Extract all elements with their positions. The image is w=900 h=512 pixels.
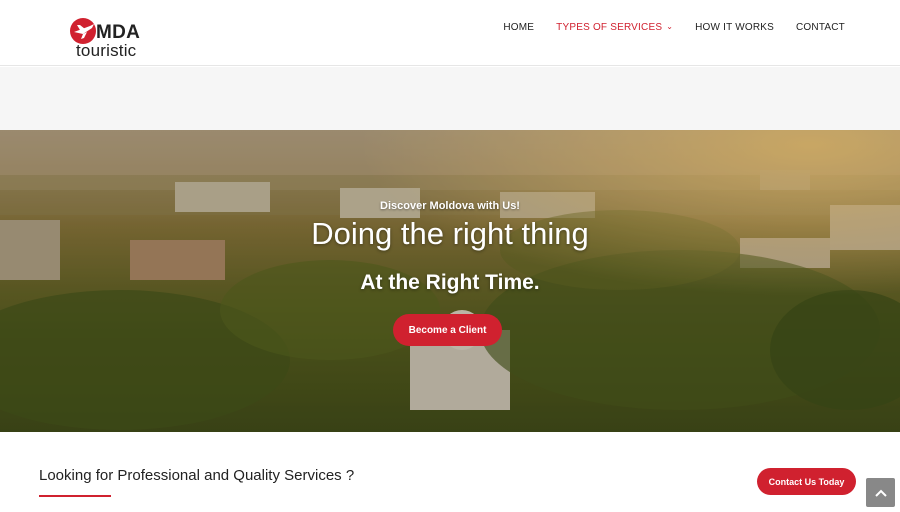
services-section: Looking for Professional and Quality Ser… [0, 432, 900, 512]
nav-item-label: TYPES OF SERVICES [556, 22, 663, 33]
chevron-down-icon: ⌄ [666, 22, 674, 31]
nav-item-types-of-services[interactable]: TYPES OF SERVICES ⌄ [556, 22, 673, 33]
nav-item-how-it-works[interactable]: HOW IT WORKS [695, 22, 774, 33]
hero-banner: Discover Moldova with Us! Doing the righ… [0, 130, 900, 432]
contact-us-button[interactable]: Contact Us Today [757, 468, 856, 495]
section-heading: Looking for Professional and Quality Ser… [39, 467, 355, 484]
chevron-up-icon [874, 489, 887, 497]
main-nav: HOME TYPES OF SERVICES ⌄ HOW IT WORKS CON… [503, 22, 845, 33]
header-spacer [0, 67, 900, 130]
heading-underline [39, 495, 111, 497]
site-header: MDA touristic HOME TYPES OF SERVICES ⌄ HO… [0, 0, 900, 66]
nav-item-home[interactable]: HOME [503, 22, 534, 33]
logo[interactable]: MDA touristic [68, 14, 158, 60]
nav-item-contact[interactable]: CONTACT [796, 22, 845, 33]
logo-text-touristic: touristic [76, 41, 137, 60]
hero-tagline: At the Right Time. [360, 271, 540, 294]
scroll-to-top-button[interactable] [866, 478, 895, 507]
become-client-button[interactable]: Become a Client [393, 314, 502, 346]
hero-subtitle: Discover Moldova with Us! [380, 200, 520, 212]
hero-title: Doing the right thing [311, 216, 589, 251]
